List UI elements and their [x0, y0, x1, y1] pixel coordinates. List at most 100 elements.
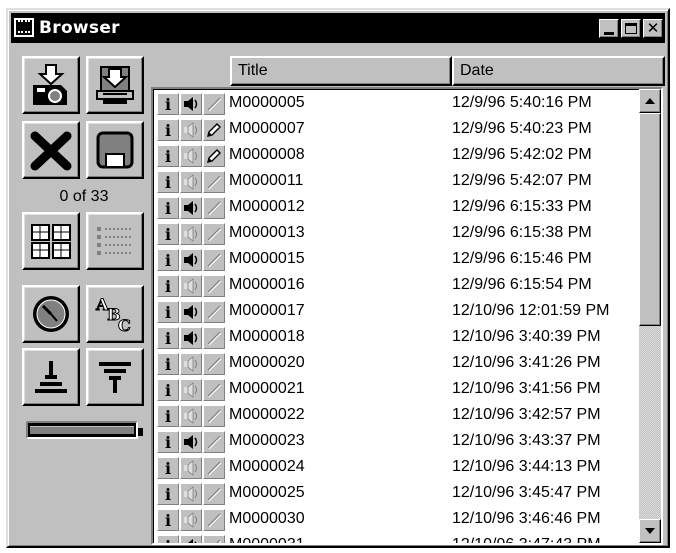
vertical-scrollbar[interactable]: [639, 89, 661, 543]
note-button[interactable]: [203, 93, 225, 115]
note-button[interactable]: [203, 145, 225, 167]
note-button[interactable]: [203, 353, 225, 375]
list-row[interactable]: i M0000007 12/9/96 5:40:23 PM: [155, 117, 635, 143]
sound-button[interactable]: [180, 457, 202, 479]
minimize-button[interactable]: [599, 19, 619, 38]
list-row[interactable]: i M0000012 12/9/96 6:15:33 PM: [155, 195, 635, 221]
list-row[interactable]: i M0000021 12/10/96 3:41:56 PM: [155, 377, 635, 403]
info-button[interactable]: i: [157, 509, 179, 531]
list-row[interactable]: i M0000023 12/10/96 3:43:37 PM: [155, 429, 635, 455]
column-header-title[interactable]: Title: [230, 56, 452, 86]
note-button[interactable]: [203, 223, 225, 245]
note-button[interactable]: [203, 301, 225, 323]
sort-descending-button[interactable]: [86, 348, 144, 406]
info-button[interactable]: i: [157, 431, 179, 453]
row-date: 12/10/96 12:01:59 PM: [452, 302, 610, 319]
sound-button[interactable]: [180, 197, 202, 219]
info-button[interactable]: i: [157, 171, 179, 193]
info-button[interactable]: i: [157, 535, 179, 543]
sound-button[interactable]: [180, 327, 202, 349]
note-button[interactable]: [203, 431, 225, 453]
sound-button[interactable]: [180, 171, 202, 193]
export-button[interactable]: [86, 56, 144, 114]
sound-button[interactable]: [180, 145, 202, 167]
info-button[interactable]: i: [157, 483, 179, 505]
sound-button[interactable]: [180, 405, 202, 427]
note-button[interactable]: [203, 483, 225, 505]
list-view-button[interactable]: [86, 212, 144, 270]
info-button[interactable]: i: [157, 223, 179, 245]
sound-button[interactable]: [180, 301, 202, 323]
speaker-icon: [184, 201, 198, 215]
scroll-thumb[interactable]: [639, 113, 661, 326]
pencil-icon: [207, 175, 222, 190]
info-button[interactable]: i: [157, 327, 179, 349]
note-button[interactable]: [203, 535, 225, 543]
info-button[interactable]: i: [157, 457, 179, 479]
list-row[interactable]: i M0000020 12/10/96 3:41:26 PM: [155, 351, 635, 377]
record-list[interactable]: i M0000005 12/9/96 5:40:16 PM i M0000007 12/9…: [151, 87, 663, 545]
row-date: 12/10/96 3:41:26 PM: [452, 354, 601, 371]
sound-button[interactable]: [180, 353, 202, 375]
list-row[interactable]: i M0000016 12/9/96 6:15:54 PM: [155, 273, 635, 299]
import-button[interactable]: [22, 56, 80, 114]
title-bar[interactable]: Browser ✕: [11, 13, 665, 43]
maximize-button[interactable]: [621, 19, 641, 38]
sound-button[interactable]: [180, 119, 202, 141]
note-button[interactable]: [203, 197, 225, 219]
list-row[interactable]: i M0000022 12/10/96 3:42:57 PM: [155, 403, 635, 429]
info-button[interactable]: i: [157, 93, 179, 115]
sound-button[interactable]: [180, 223, 202, 245]
info-button[interactable]: i: [157, 119, 179, 141]
note-button[interactable]: [203, 379, 225, 401]
sound-button[interactable]: [180, 535, 202, 543]
sound-button[interactable]: [180, 249, 202, 271]
list-row[interactable]: i M0000030 12/10/96 3:46:46 PM: [155, 507, 635, 533]
note-button[interactable]: [203, 405, 225, 427]
info-button[interactable]: i: [157, 353, 179, 375]
sound-button[interactable]: [180, 483, 202, 505]
sort-ascending-button[interactable]: [22, 348, 80, 406]
column-header-date[interactable]: Date: [452, 56, 665, 86]
sound-button[interactable]: [180, 93, 202, 115]
list-row[interactable]: i M0000018 12/10/96 3:40:39 PM: [155, 325, 635, 351]
list-row[interactable]: i M0000015 12/9/96 6:15:46 PM: [155, 247, 635, 273]
delete-button[interactable]: [22, 121, 80, 179]
note-button[interactable]: [203, 509, 225, 531]
note-button[interactable]: [203, 457, 225, 479]
note-button[interactable]: [203, 327, 225, 349]
list-row[interactable]: i M0000013 12/9/96 6:15:38 PM: [155, 221, 635, 247]
sound-button[interactable]: [180, 431, 202, 453]
list-row[interactable]: i M0000031 12/10/96 3:47:43 PM: [155, 533, 635, 543]
sound-button[interactable]: [180, 379, 202, 401]
sort-by-name-button[interactable]: A B C: [86, 285, 144, 343]
save-button[interactable]: [86, 121, 144, 179]
list-row[interactable]: i M0000008 12/9/96 5:42:02 PM: [155, 143, 635, 169]
list-row[interactable]: i M0000011 12/9/96 5:42:07 PM: [155, 169, 635, 195]
row-title: M0000007: [229, 120, 305, 137]
scroll-up-button[interactable]: [639, 89, 661, 113]
thumbnail-size-slider[interactable]: [22, 417, 144, 449]
note-button[interactable]: [203, 275, 225, 297]
note-button[interactable]: [203, 249, 225, 271]
list-row[interactable]: i M0000017 12/10/96 12:01:59 PM: [155, 299, 635, 325]
info-button[interactable]: i: [157, 197, 179, 219]
scroll-down-button[interactable]: [639, 519, 661, 543]
list-row[interactable]: i M0000024 12/10/96 3:44:13 PM: [155, 455, 635, 481]
info-button[interactable]: i: [157, 275, 179, 297]
note-button[interactable]: [203, 171, 225, 193]
info-button[interactable]: i: [157, 301, 179, 323]
info-button[interactable]: i: [157, 405, 179, 427]
sound-button[interactable]: [180, 275, 202, 297]
thumbnail-view-button[interactable]: [22, 212, 80, 270]
list-row[interactable]: i M0000005 12/9/96 5:40:16 PM: [155, 91, 635, 117]
sound-button[interactable]: [180, 509, 202, 531]
sort-by-date-button[interactable]: [22, 285, 80, 343]
info-button[interactable]: i: [157, 379, 179, 401]
info-button[interactable]: i: [157, 145, 179, 167]
info-button[interactable]: i: [157, 249, 179, 271]
list-row[interactable]: i M0000025 12/10/96 3:45:47 PM: [155, 481, 635, 507]
close-button[interactable]: ✕: [643, 19, 663, 38]
note-button[interactable]: [203, 119, 225, 141]
info-icon: i: [164, 406, 172, 426]
